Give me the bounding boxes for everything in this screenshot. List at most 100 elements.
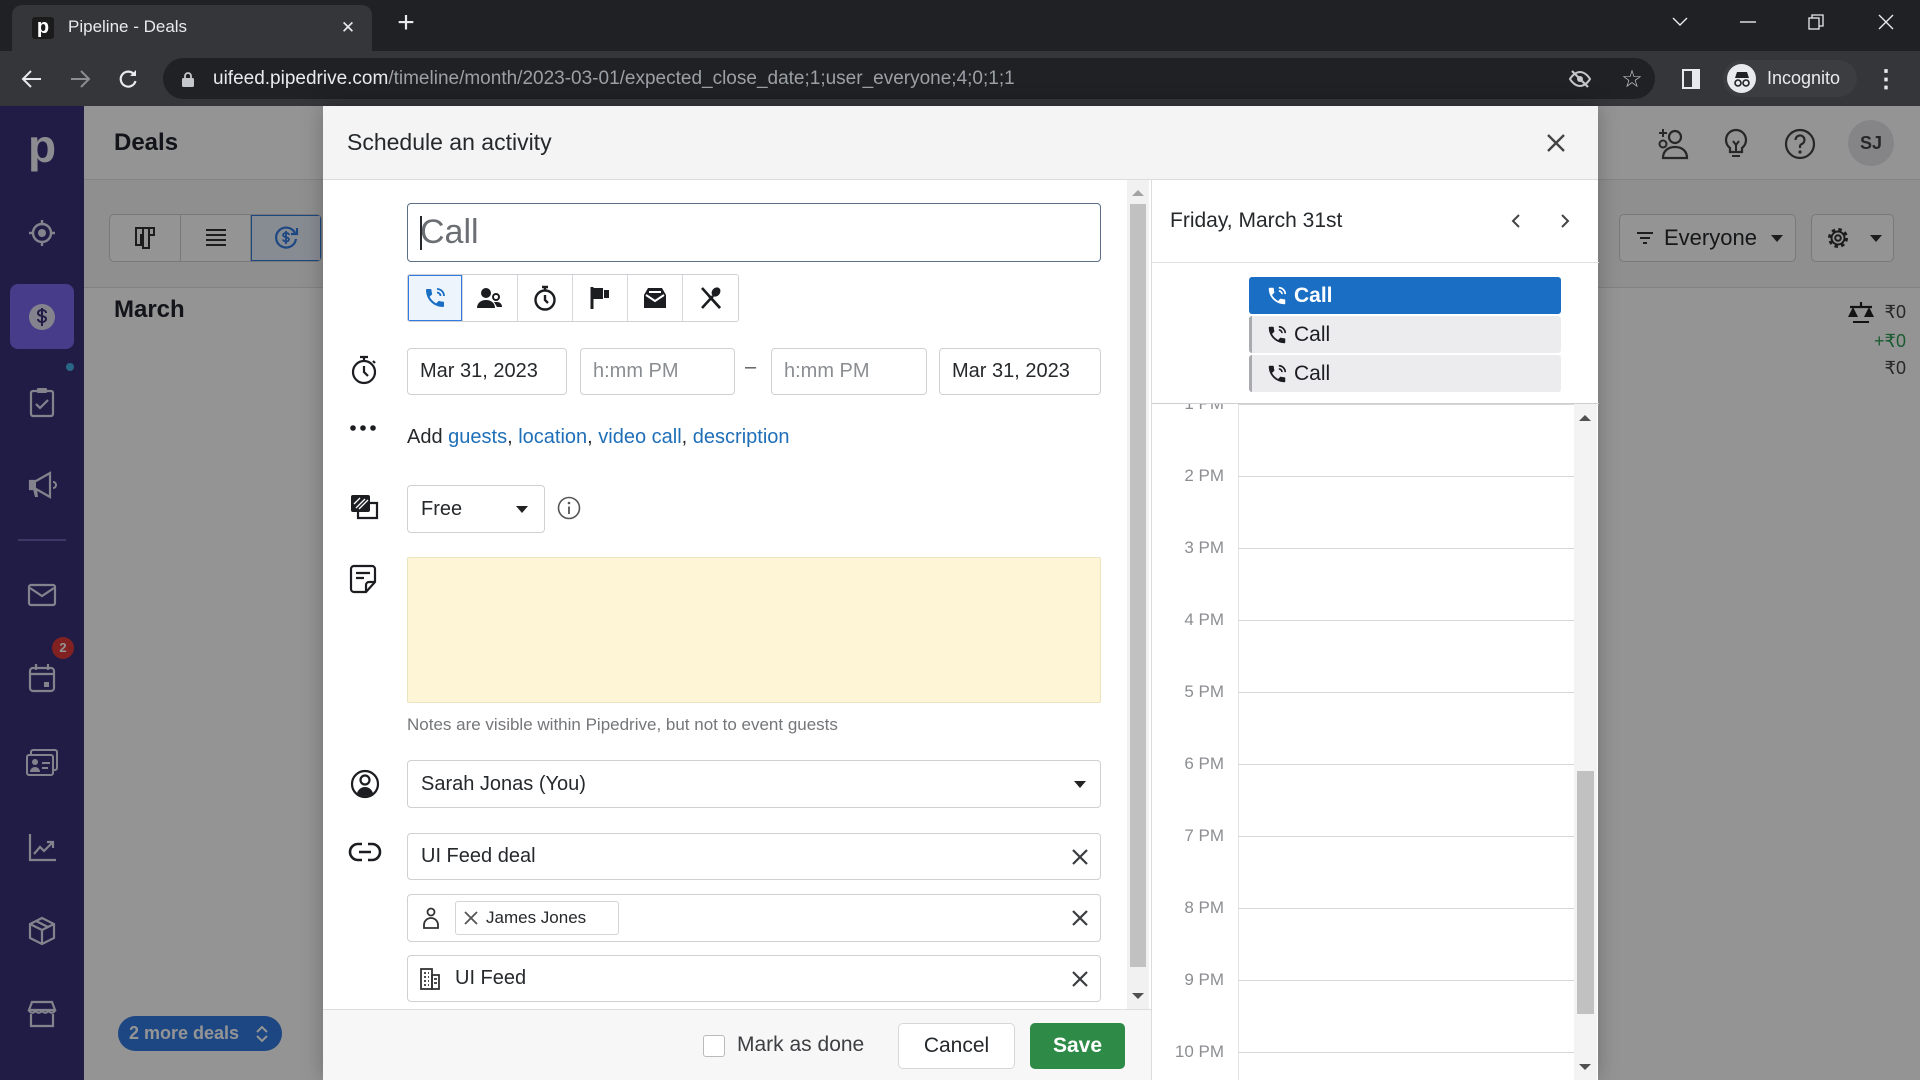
url-bar[interactable]: uifeed.pipedrive.com/timeline/month/2023… (163, 58, 1655, 99)
calendar-scrollbar-thumb[interactable] (1577, 771, 1594, 1014)
modal-footer: Mark as done Cancel Save (323, 1009, 1151, 1080)
bookmark-star-icon[interactable]: ☆ (1619, 66, 1645, 93)
type-call-button[interactable] (408, 275, 463, 321)
type-email-button[interactable] (628, 275, 683, 321)
calendar-scrollbar[interactable] (1574, 404, 1597, 1080)
stopwatch-icon (534, 285, 556, 311)
start-date-field[interactable] (407, 348, 567, 395)
hour-label: 10 PM (1174, 1042, 1224, 1061)
chevron-down-icon (516, 506, 528, 513)
add-location-link[interactable]: location (518, 426, 587, 448)
add-video-call-link[interactable]: video call (598, 426, 681, 448)
restore-icon[interactable] (1799, 8, 1833, 36)
time-column-divider (1238, 404, 1239, 1080)
organization-field[interactable]: UI Feed (407, 955, 1101, 1002)
clear-person-icon[interactable] (1068, 906, 1092, 930)
end-time-field[interactable] (771, 348, 927, 395)
eye-off-icon[interactable] (1568, 67, 1592, 91)
add-prefix: Add (407, 426, 443, 448)
url-host: uifeed.pipedrive.com (213, 68, 389, 89)
deal-value: UI Feed deal (421, 845, 536, 867)
person-field[interactable]: James Jones (407, 894, 1101, 942)
hour-grid[interactable]: 1 PM 2 PM 3 PM 4 PM 5 PM 6 PM 7 PM 8 PM … (1152, 404, 1599, 1080)
scroll-up-arrow-icon[interactable] (1579, 415, 1591, 421)
start-time-field[interactable] (580, 348, 735, 395)
people-icon (477, 288, 502, 308)
calendar-event[interactable]: Call (1249, 316, 1561, 353)
hour-line (1238, 476, 1574, 477)
deal-field[interactable]: UI Feed deal (407, 833, 1101, 880)
note-icon (349, 564, 380, 595)
form-scrollbar[interactable] (1127, 180, 1149, 1009)
end-date-field[interactable] (939, 348, 1101, 395)
scroll-up-arrow-icon[interactable] (1132, 190, 1144, 196)
info-icon[interactable] (557, 496, 581, 520)
save-button[interactable]: Save (1030, 1023, 1125, 1069)
hour-line (1238, 980, 1574, 981)
start-time-input[interactable] (581, 349, 734, 394)
owner-icon (350, 769, 380, 799)
next-day-icon[interactable] (1553, 209, 1577, 233)
hour-label: 9 PM (1184, 970, 1224, 989)
browser-tab[interactable]: p Pipeline - Deals ✕ (12, 5, 372, 51)
hour-line (1238, 548, 1574, 549)
forward-icon[interactable] (64, 63, 96, 95)
incognito-profile-button[interactable]: Incognito (1723, 60, 1857, 97)
owner-dropdown[interactable]: Sarah Jonas (You) (407, 760, 1101, 808)
clear-organization-icon[interactable] (1068, 967, 1092, 991)
type-meeting-button[interactable] (463, 275, 518, 321)
modal-title: Schedule an activity (347, 129, 552, 155)
type-lunch-button[interactable] (683, 275, 738, 321)
url-text[interactable]: uifeed.pipedrive.com/timeline/month/2023… (213, 58, 1015, 99)
cancel-button[interactable]: Cancel (898, 1023, 1015, 1069)
subject-field[interactable] (407, 203, 1101, 262)
stopwatch-icon (350, 355, 380, 385)
minimize-icon[interactable] (1731, 8, 1765, 36)
clear-deal-icon[interactable] (1068, 845, 1092, 869)
calendar-preview: Friday, March 31st Call Call Call 1 (1151, 180, 1599, 1080)
event-label: Call (1294, 283, 1333, 307)
modal-close-icon[interactable] (1541, 128, 1571, 158)
side-panel-icon[interactable] (1678, 66, 1704, 92)
subject-input[interactable] (408, 204, 1100, 261)
end-time-input[interactable] (772, 349, 926, 394)
calendar-event[interactable]: Call (1249, 355, 1561, 392)
calendar-event[interactable]: Call (1249, 277, 1561, 314)
activity-form: – Add guests, location, video call, desc… (323, 180, 1151, 1080)
end-date-input[interactable] (940, 349, 1100, 394)
back-icon[interactable] (16, 63, 48, 95)
time-range-separator: – (745, 356, 757, 378)
start-date-input[interactable] (408, 349, 566, 394)
notes-hint: Notes are visible within Pipedrive, but … (407, 715, 838, 734)
mark-as-done-checkbox[interactable] (703, 1035, 725, 1057)
phone-icon (426, 288, 445, 307)
type-task-button[interactable] (518, 275, 573, 321)
browser-tab-strip: p Pipeline - Deals ✕ + (0, 0, 1920, 51)
hour-line (1238, 764, 1574, 765)
availability-dropdown[interactable]: Free (407, 485, 545, 533)
hour-label: 1 PM (1152, 404, 1224, 414)
scroll-down-arrow-icon[interactable] (1579, 1064, 1591, 1070)
remove-person-icon[interactable] (456, 903, 486, 933)
mark-as-done-label[interactable]: Mark as done (737, 1033, 864, 1057)
new-tab-button[interactable]: + (392, 8, 420, 38)
window-close-icon[interactable] (1869, 8, 1903, 36)
reload-icon[interactable] (112, 63, 144, 95)
url-path: /timeline/month/2023-03-01/expected_clos… (388, 68, 1015, 89)
scroll-down-arrow-icon[interactable] (1132, 993, 1144, 999)
form-scrollbar-thumb[interactable] (1130, 204, 1146, 967)
chevron-down-icon (1074, 781, 1086, 788)
organization-value: UI Feed (455, 967, 527, 989)
hour-line (1238, 620, 1574, 621)
add-description-link[interactable]: description (693, 426, 790, 448)
profile-label: Incognito (1767, 68, 1841, 88)
type-deadline-button[interactable] (573, 275, 628, 321)
notes-textarea[interactable] (407, 557, 1101, 703)
separator: , (681, 426, 688, 448)
previous-day-icon[interactable] (1504, 209, 1528, 233)
tab-search-chevron-icon[interactable] (1663, 8, 1697, 36)
browser-menu-icon[interactable]: ⋮ (1874, 65, 1898, 93)
flag-icon (590, 287, 609, 309)
tab-close-icon[interactable]: ✕ (338, 18, 358, 38)
add-guests-link[interactable]: guests (448, 426, 507, 448)
